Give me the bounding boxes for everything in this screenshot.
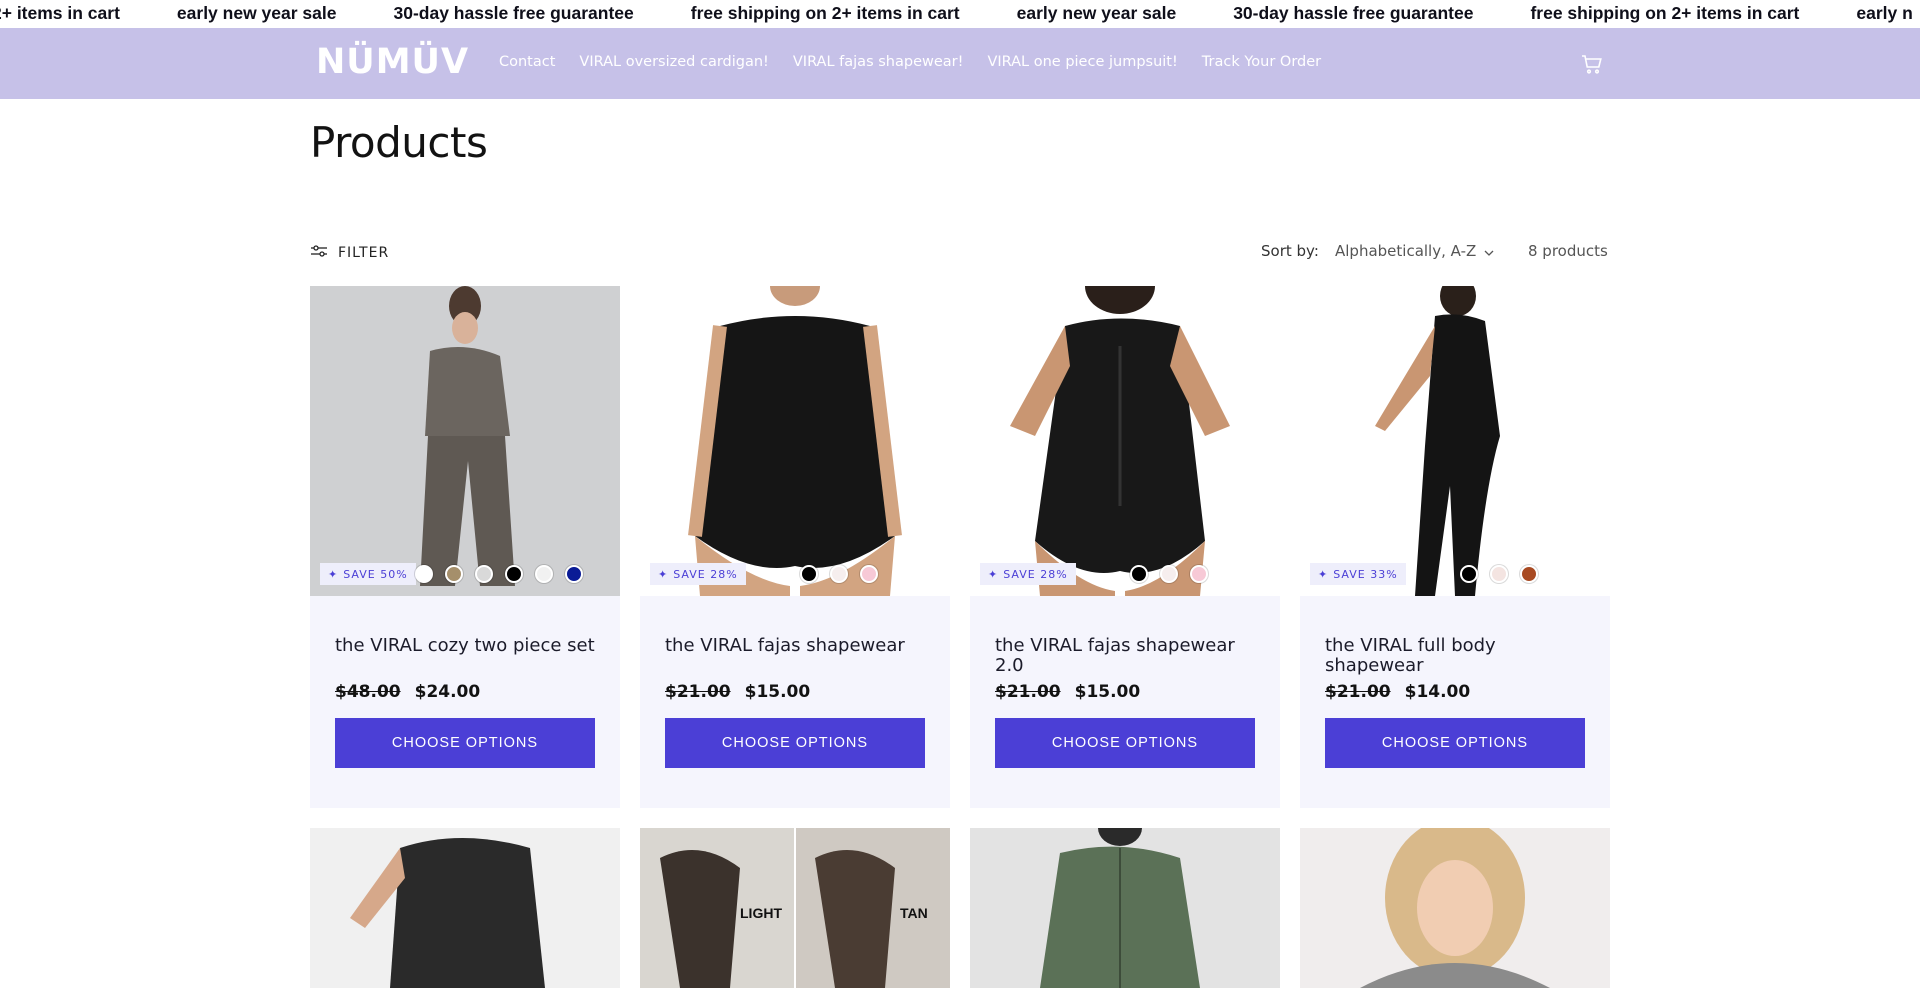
nav-contact[interactable]: Contact — [499, 54, 555, 70]
sparkle-icon: ✦ — [1318, 567, 1329, 581]
discount-badge: ✦ SAVE 33% — [1310, 563, 1406, 585]
badge-text: SAVE 28% — [1003, 567, 1068, 581]
page-title: Products — [310, 118, 488, 167]
sparkle-icon: ✦ — [658, 567, 669, 581]
announcement-marquee: 2+ items in cart early new year sale 30-… — [0, 0, 1920, 28]
color-swatch[interactable] — [535, 565, 553, 583]
badge-text: SAVE 33% — [1333, 567, 1398, 581]
filter-button[interactable]: FILTER — [310, 244, 389, 262]
color-swatches — [800, 565, 878, 583]
color-swatch[interactable] — [445, 565, 463, 583]
choose-options-button[interactable]: CHOOSE OPTIONS — [665, 718, 925, 768]
choose-options-button[interactable]: CHOOSE OPTIONS — [995, 718, 1255, 768]
filter-label: FILTER — [338, 245, 390, 261]
sale-price: $14.00 — [1404, 682, 1471, 702]
color-swatches — [1130, 565, 1208, 583]
sort-label: Sort by: — [1261, 242, 1319, 260]
color-swatch[interactable] — [1490, 565, 1508, 583]
color-swatch[interactable] — [475, 565, 493, 583]
product-card[interactable] — [310, 828, 620, 988]
original-price: $21.00 — [1325, 682, 1391, 702]
original-price: $48.00 — [335, 682, 401, 702]
product-prices: $21.00 $15.00 — [995, 682, 1140, 702]
product-card[interactable]: ✦ SAVE 28% the VIRAL fajas shapewear 2.0… — [970, 286, 1280, 808]
product-image[interactable] — [1300, 286, 1610, 596]
marquee-item: 2+ items in cart — [0, 3, 120, 23]
product-card[interactable]: ✦ SAVE 33% the VIRAL full body shapewear… — [1300, 286, 1610, 808]
marquee-item: free shipping on 2+ items in cart — [690, 3, 960, 23]
color-swatch[interactable] — [1520, 565, 1538, 583]
product-image[interactable] — [970, 286, 1280, 596]
color-swatch[interactable] — [1190, 565, 1208, 583]
variant-label-tan: TAN — [900, 905, 928, 921]
product-image[interactable]: LIGHT TAN — [640, 828, 950, 988]
original-price: $21.00 — [665, 682, 731, 702]
main-nav: Contact VIRAL oversized cardigan! VIRAL … — [499, 54, 1321, 70]
color-swatches — [415, 565, 583, 583]
sale-price: $15.00 — [744, 682, 811, 702]
color-swatch[interactable] — [1130, 565, 1148, 583]
badge-text: SAVE 28% — [673, 567, 738, 581]
nav-oversized-cardigan[interactable]: VIRAL oversized cardigan! — [579, 54, 768, 70]
discount-badge: ✦ SAVE 50% — [320, 563, 416, 585]
marquee-item: 30-day hassle free guarantee — [1233, 3, 1474, 23]
sparkle-icon: ✦ — [988, 567, 999, 581]
product-title[interactable]: the VIRAL cozy two piece set — [335, 636, 600, 656]
site-header: NÜMÜV Contact VIRAL oversized cardigan! … — [0, 28, 1920, 99]
color-swatch[interactable] — [800, 565, 818, 583]
color-swatch[interactable] — [415, 565, 433, 583]
sale-price: $15.00 — [1074, 682, 1141, 702]
product-image[interactable] — [970, 828, 1280, 988]
nav-track-order[interactable]: Track Your Order — [1202, 54, 1321, 70]
nav-fajas-shapewear[interactable]: VIRAL fajas shapewear! — [793, 54, 964, 70]
product-card[interactable]: ✦ SAVE 50% the VIRAL cozy two piece set … — [310, 286, 620, 808]
color-swatch[interactable] — [860, 565, 878, 583]
color-swatch[interactable] — [830, 565, 848, 583]
cart-icon[interactable] — [1580, 52, 1604, 76]
product-image[interactable] — [310, 828, 620, 988]
nav-one-piece-jumpsuit[interactable]: VIRAL one piece jumpsuit! — [987, 54, 1177, 70]
product-prices: $21.00 $14.00 — [1325, 682, 1470, 702]
marquee-track: 2+ items in cart early new year sale 30-… — [0, 3, 1913, 24]
marquee-item: early new year sale — [176, 3, 337, 23]
product-prices: $21.00 $15.00 — [665, 682, 810, 702]
choose-options-button[interactable]: CHOOSE OPTIONS — [335, 718, 595, 768]
product-image[interactable] — [1300, 828, 1610, 988]
store-logo[interactable]: NÜMÜV — [316, 42, 469, 82]
sort-select[interactable]: Alphabetically, A-Z — [1335, 242, 1494, 260]
chevron-down-icon — [1484, 242, 1494, 260]
filter-icon — [310, 244, 328, 262]
color-swatch[interactable] — [565, 565, 583, 583]
sort-value: Alphabetically, A-Z — [1335, 242, 1477, 260]
color-swatch[interactable] — [1460, 565, 1478, 583]
discount-badge: ✦ SAVE 28% — [650, 563, 746, 585]
discount-badge: ✦ SAVE 28% — [980, 563, 1076, 585]
product-count: 8 products — [1528, 242, 1608, 260]
choose-options-button[interactable]: CHOOSE OPTIONS — [1325, 718, 1585, 768]
product-card[interactable]: ✦ SAVE 28% the VIRAL fajas shapewear $21… — [640, 286, 950, 808]
color-swatch[interactable] — [505, 565, 523, 583]
marquee-item: 30-day hassle free guarantee — [393, 3, 634, 23]
product-prices: $48.00 $24.00 — [335, 682, 480, 702]
color-swatch[interactable] — [1160, 565, 1178, 583]
sparkle-icon: ✦ — [328, 567, 339, 581]
product-title[interactable]: the VIRAL fajas shapewear 2.0 — [995, 636, 1260, 676]
product-title[interactable]: the VIRAL fajas shapewear — [665, 636, 930, 656]
variant-label-light: LIGHT — [740, 905, 782, 921]
product-title[interactable]: the VIRAL full body shapewear — [1325, 636, 1590, 676]
product-card[interactable] — [1300, 828, 1610, 988]
product-grid: ✦ SAVE 50% the VIRAL cozy two piece set … — [310, 286, 1610, 988]
color-swatches — [1460, 565, 1538, 583]
product-image[interactable] — [310, 286, 620, 596]
product-card[interactable] — [970, 828, 1280, 988]
marquee-item: early new year sale — [1016, 3, 1177, 23]
original-price: $21.00 — [995, 682, 1061, 702]
product-card[interactable]: LIGHT TAN — [640, 828, 950, 988]
sale-price: $24.00 — [414, 682, 481, 702]
product-image[interactable] — [640, 286, 950, 596]
badge-text: SAVE 50% — [343, 567, 408, 581]
marquee-item: early n — [1856, 3, 1913, 23]
marquee-item: free shipping on 2+ items in cart — [1530, 3, 1800, 23]
